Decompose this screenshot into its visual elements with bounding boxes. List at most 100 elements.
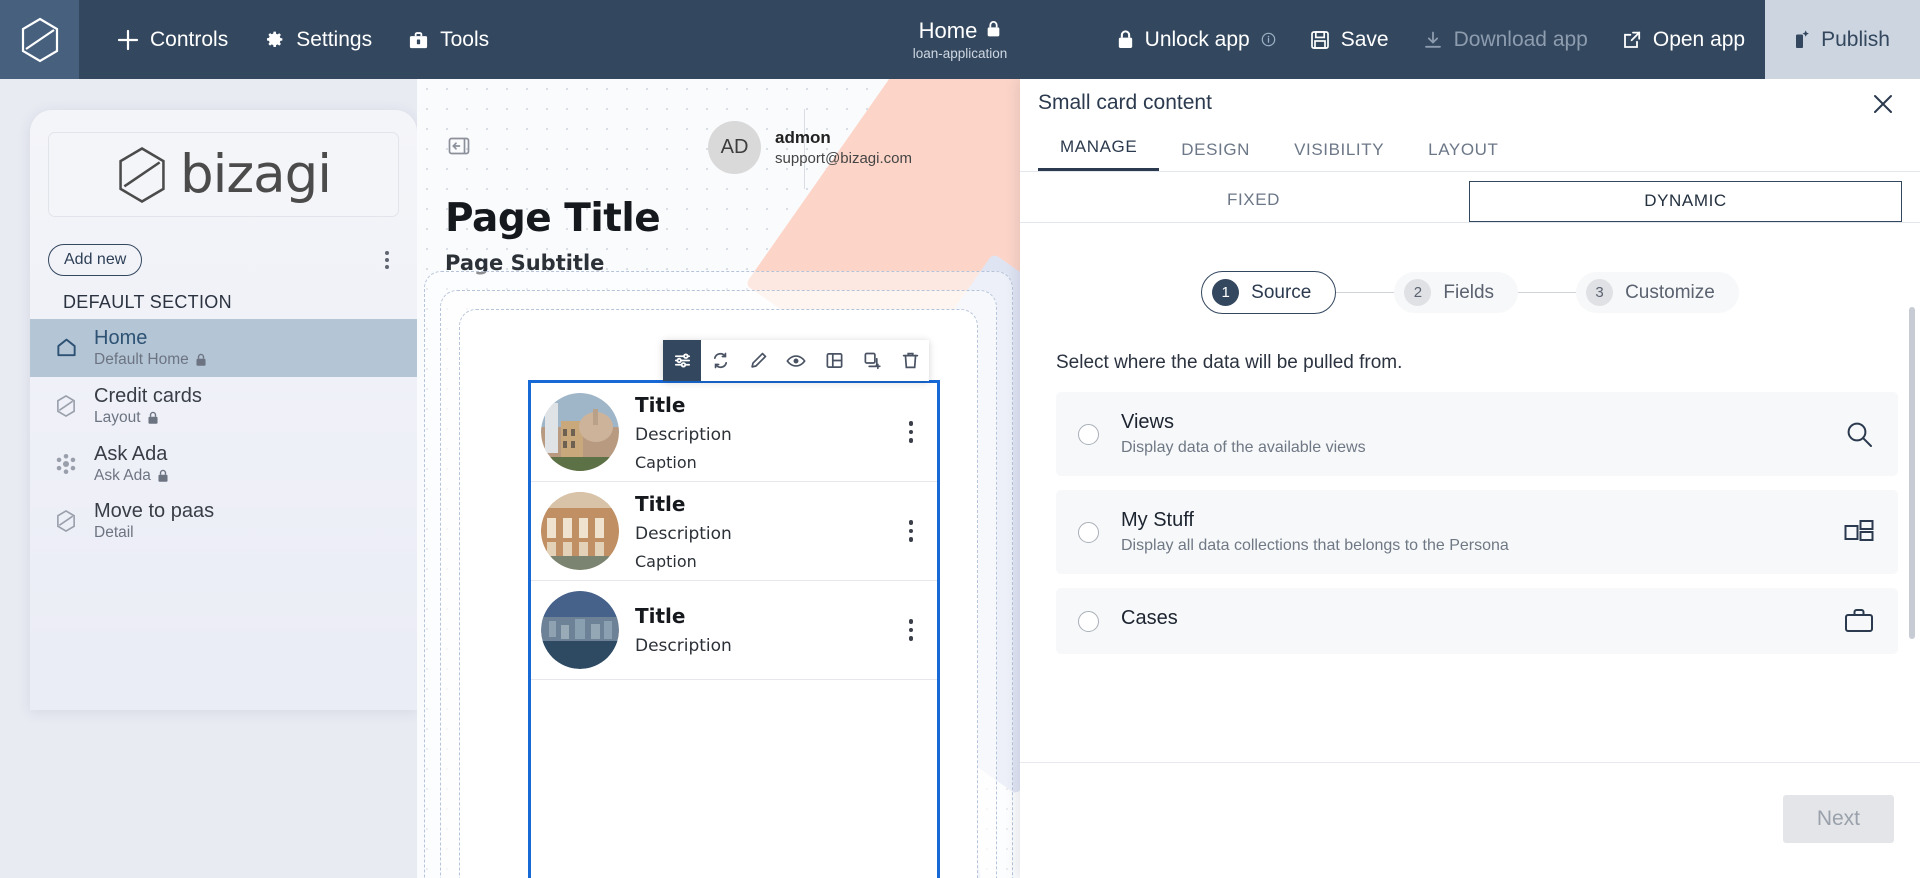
toolbox-icon [408,30,429,50]
panel-scrollbar[interactable] [1909,307,1915,639]
source-options: Views Display data of the available view… [1020,374,1920,654]
close-icon[interactable] [1866,87,1900,126]
publish-button[interactable]: Publish [1765,0,1920,79]
option-cases[interactable]: Cases [1056,588,1898,654]
eye-icon[interactable] [777,340,815,381]
save-floppy-icon [1310,30,1330,50]
card-title: Title [635,604,686,628]
tools-button[interactable]: Tools [392,20,505,60]
design-canvas: AD admon support@bizagi.com Page Title P… [417,79,1020,878]
duplicate-icon[interactable] [853,340,891,381]
kebab-menu-icon[interactable] [375,245,399,275]
card-caption: Caption [635,551,697,571]
card-description: Description [635,424,732,445]
drop-zone-middle[interactable]: Title Description Caption Title Descript… [440,290,997,878]
home-icon [54,336,78,359]
panel-footer: Next [1020,762,1920,878]
sidebar-item-home[interactable]: Home Default Home [30,319,417,377]
step-label: Customize [1625,281,1715,303]
sidebar-item-credit-cards[interactable]: Credit cards Layout [30,377,417,435]
external-link-icon [1622,30,1642,50]
sidebar-item-move-to-paas[interactable]: Move to paas Detail [30,492,417,550]
unlock-app-button[interactable]: Unlock app [1101,20,1292,60]
asterisk-icon [54,453,78,475]
page-title: Page Title [445,196,661,241]
small-card-list[interactable]: Title Description Caption Title Descript… [528,380,940,878]
info-icon[interactable] [1261,32,1276,47]
drop-zone-outer[interactable]: Title Description Caption Title Descript… [424,271,1013,878]
page-name-label: Home [918,18,978,43]
section-label: DEFAULT SECTION [63,292,232,312]
option-title: My Stuff [1121,509,1194,531]
option-description: Display all data collections that belong… [1121,537,1509,554]
option-views[interactable]: Views Display data of the available view… [1056,392,1898,476]
collapse-panel-icon[interactable] [447,134,471,158]
step-customize[interactable]: 3 Customize [1576,272,1739,313]
radio-views[interactable] [1078,423,1099,445]
add-new-button[interactable]: Add new [48,244,143,276]
sidebar-item-title: Ask Ada [94,442,168,465]
step-number: 1 [1212,279,1240,306]
tab-layout[interactable]: LAYOUT [1406,130,1520,171]
list-item[interactable]: Title Description [531,581,937,680]
sliders-icon[interactable] [663,340,701,381]
app-root: Controls Settings Tools Home loan-applic… [0,0,1920,878]
tab-design[interactable]: DESIGN [1159,130,1272,171]
cards-stack-icon [1842,518,1876,546]
radio-cases[interactable] [1078,610,1099,632]
save-label: Save [1340,27,1389,51]
briefcase-icon [1842,607,1876,635]
card-title: Title [635,491,686,516]
page-navigator-panel: bizagi Add new DEFAULT SECTION Home Defa… [30,110,417,710]
search-icon [1842,419,1876,449]
radio-my-stuff[interactable] [1078,521,1099,543]
option-my-stuff[interactable]: My Stuff Display all data collections th… [1056,490,1898,574]
pencil-icon[interactable] [739,340,777,381]
download-icon [1423,30,1443,50]
trash-icon[interactable] [891,340,929,381]
controls-button[interactable]: Controls [101,20,244,60]
user-profile[interactable]: AD admon support@bizagi.com [708,121,912,174]
controls-label: Controls [150,27,229,51]
step-label: Fields [1443,281,1495,303]
sidebar-item-subtitle: Layout [94,409,202,427]
step-fields[interactable]: 2 Fields [1394,272,1519,313]
tab-visibility[interactable]: VISIBILITY [1272,130,1406,171]
panel-layout-icon[interactable] [815,340,853,381]
kebab-menu-icon[interactable] [895,413,928,451]
subtab-dynamic[interactable]: DYNAMIC [1469,181,1902,222]
download-app-button[interactable]: Download app [1407,20,1604,60]
save-button[interactable]: Save [1294,20,1405,60]
bizagi-hexagon-logo-icon[interactable] [0,0,79,79]
kebab-menu-icon[interactable] [895,512,928,550]
step-number: 3 [1586,279,1614,306]
list-item[interactable]: Title Description Caption [531,383,937,482]
workspace: bizagi Add new DEFAULT SECTION Home Defa… [0,79,1920,878]
card-thumbnail [541,591,619,669]
avatar: AD [708,121,762,174]
card-caption: Caption [635,452,697,472]
user-email: support@bizagi.com [775,149,912,167]
drop-zone-inner[interactable]: Title Description Caption Title Descript… [459,309,978,878]
list-item[interactable]: Title Description Caption [531,482,937,581]
lock-icon [148,411,158,424]
open-app-button[interactable]: Open app [1606,20,1761,60]
kebab-menu-icon[interactable] [895,611,928,649]
step-source[interactable]: 1 Source [1201,271,1337,314]
sidebar-item-ask-ada[interactable]: Ask Ada Ask Ada [30,435,417,493]
subtab-fixed[interactable]: FIXED [1038,181,1469,222]
tab-manage[interactable]: MANAGE [1038,127,1160,171]
lock-icon [1117,29,1134,50]
unlock-app-label: Unlock app [1144,27,1250,51]
settings-label: Settings [296,27,373,51]
swap-refresh-icon[interactable] [701,340,739,381]
gear-icon [264,29,285,50]
option-title: Views [1121,411,1174,433]
plus-icon [117,29,139,51]
step-label: Source [1251,281,1312,303]
open-app-label: Open app [1652,27,1746,51]
settings-button[interactable]: Settings [248,20,388,60]
next-button[interactable]: Next [1782,795,1894,843]
lock-icon [986,20,1001,43]
top-toolbar: Controls Settings Tools Home loan-applic… [0,0,1920,79]
